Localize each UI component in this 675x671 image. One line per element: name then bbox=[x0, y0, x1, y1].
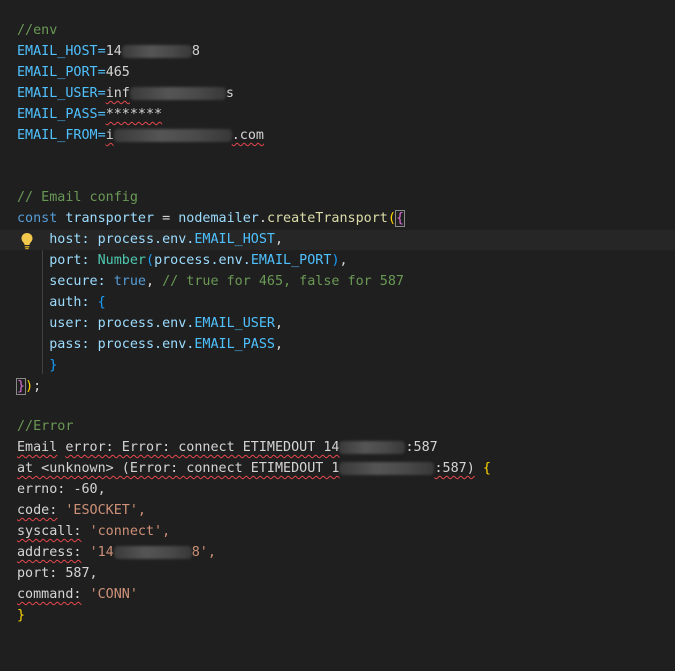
error-close-brace: } bbox=[17, 608, 26, 623]
env-host-visible-start: 14 bbox=[105, 44, 122, 59]
error-email-word: Email bbox=[17, 440, 58, 455]
config-user-line[interactable]: user: process.env.EMAIL_USER, bbox=[17, 314, 283, 334]
user-label: user: bbox=[49, 316, 90, 331]
host-label: host: bbox=[49, 232, 90, 247]
process-env-host: process.env. bbox=[97, 232, 195, 247]
env-host-line[interactable]: EMAIL_HOST=14 8 bbox=[17, 42, 200, 62]
config-auth-line[interactable]: auth: { bbox=[17, 293, 105, 313]
transporter-var: transporter bbox=[65, 211, 155, 226]
config-pass-line[interactable]: pass: process.env.EMAIL_PASS, bbox=[17, 335, 283, 355]
port-label: port: bbox=[17, 566, 58, 581]
address-start: '14 bbox=[89, 545, 114, 560]
error-port-1: :587 bbox=[405, 440, 438, 455]
env-port-key: EMAIL_PORT= bbox=[17, 65, 106, 80]
syscall-value: 'connect', bbox=[89, 524, 171, 539]
env-pass-key: EMAIL_PASS= bbox=[17, 107, 106, 122]
errno-value: -60, bbox=[73, 482, 106, 497]
error-line-2[interactable]: at <unknown> (Error: connect ETIMEDOUT 1… bbox=[17, 459, 491, 479]
current-line[interactable]: host: process.env.EMAIL_HOST, bbox=[0, 230, 675, 250]
secure-comment: // true for 465, false for 587 bbox=[162, 274, 404, 289]
redacted-blur bbox=[121, 44, 192, 58]
env-user-line[interactable]: EMAIL_USER=inf s bbox=[17, 84, 234, 104]
env-from-key: EMAIL_FROM= bbox=[17, 128, 106, 143]
assign-op: = bbox=[154, 211, 179, 226]
redacted-blur bbox=[113, 128, 232, 142]
env-host-key: EMAIL_HOST= bbox=[17, 44, 106, 59]
address-line[interactable]: address: '14 8', bbox=[17, 543, 216, 563]
error-line-1[interactable]: Email error: Error: connect ETIMEDOUT 14… bbox=[17, 438, 438, 458]
address-label: address: bbox=[17, 545, 82, 560]
syscall-line[interactable]: syscall: 'connect', bbox=[17, 522, 170, 542]
config-close-line[interactable]: }); bbox=[15, 377, 41, 397]
env-from-visible-end: .com bbox=[231, 128, 264, 143]
command-label: command: bbox=[17, 587, 82, 602]
env-port-value: 465 bbox=[105, 65, 130, 80]
config-auth-close[interactable]: } bbox=[17, 356, 57, 376]
command-value: 'CONN' bbox=[89, 587, 138, 602]
lightbulb-icon[interactable] bbox=[20, 232, 34, 250]
errno-line[interactable]: errno: -60, bbox=[17, 480, 106, 500]
code-line[interactable]: code: 'ESOCKET', bbox=[17, 501, 146, 521]
user-env: EMAIL_USER bbox=[194, 316, 275, 331]
redacted-blur bbox=[339, 440, 406, 454]
env-from-line[interactable]: EMAIL_FROM=i .com bbox=[17, 126, 264, 146]
env-port-line[interactable]: EMAIL_PORT=465 bbox=[17, 63, 130, 83]
error-comment: //Error bbox=[17, 419, 74, 434]
errno-label: errno: bbox=[17, 482, 66, 497]
redacted-blur bbox=[113, 545, 192, 559]
config-secure-line[interactable]: secure: true, // true for 465, false for… bbox=[17, 272, 404, 292]
port-label: port: bbox=[49, 253, 90, 268]
env-host-visible-end: 8 bbox=[191, 44, 200, 59]
env-user-visible-start: inf bbox=[105, 86, 130, 101]
env-pass-line[interactable]: EMAIL_PASS=******* bbox=[17, 105, 162, 125]
code-editor[interactable]: //env EMAIL_HOST=14 8 EMAIL_PORT=465 EMAI… bbox=[0, 0, 675, 671]
syscall-label: syscall: bbox=[17, 524, 82, 539]
code-label: code: bbox=[17, 503, 58, 518]
process-env-user: process.env. bbox=[97, 316, 195, 331]
config-comment: // Email config bbox=[17, 190, 138, 205]
secure-value: true bbox=[113, 274, 146, 289]
pass-label: pass: bbox=[49, 337, 90, 352]
code-value: 'ESOCKET', bbox=[65, 503, 146, 518]
env-comment: //env bbox=[17, 23, 58, 38]
create-transport-fn: createTransport bbox=[266, 211, 388, 226]
env-user-key: EMAIL_USER= bbox=[17, 86, 106, 101]
const-keyword: const bbox=[17, 211, 58, 226]
redacted-blur bbox=[339, 461, 435, 475]
error-at-line: at <unknown> (Error: connect ETIMEDOUT 1 bbox=[17, 461, 340, 476]
error-close-line[interactable]: } bbox=[17, 606, 25, 626]
port-line[interactable]: port: 587, bbox=[17, 564, 98, 584]
env-user-visible-end: s bbox=[225, 86, 234, 101]
command-line[interactable]: command: 'CONN' bbox=[17, 585, 138, 605]
error-port-2: :587) bbox=[434, 461, 475, 476]
host-env: EMAIL_HOST bbox=[194, 232, 275, 247]
pass-env: EMAIL_PASS bbox=[194, 337, 275, 352]
config-decl-line[interactable]: const transporter = nodemailer.createTra… bbox=[17, 209, 406, 229]
address-end: 8', bbox=[191, 545, 216, 560]
redacted-blur bbox=[129, 86, 226, 100]
error-message: error: Error: connect ETIMEDOUT 14 bbox=[65, 440, 340, 455]
process-env-port: process.env. bbox=[154, 253, 251, 268]
config-port-line[interactable]: port: Number(process.env.EMAIL_PORT), bbox=[17, 251, 347, 271]
env-from-visible-start: i bbox=[105, 128, 114, 143]
number-fn: Number bbox=[97, 253, 146, 268]
auth-label: auth: bbox=[49, 295, 90, 310]
port-value: 587, bbox=[65, 566, 98, 581]
secure-label: secure: bbox=[49, 274, 106, 289]
port-env: EMAIL_PORT bbox=[250, 253, 332, 268]
env-pass-value: ******* bbox=[105, 107, 163, 122]
process-env-pass: process.env. bbox=[97, 337, 195, 352]
nodemailer-obj: nodemailer bbox=[178, 211, 259, 226]
